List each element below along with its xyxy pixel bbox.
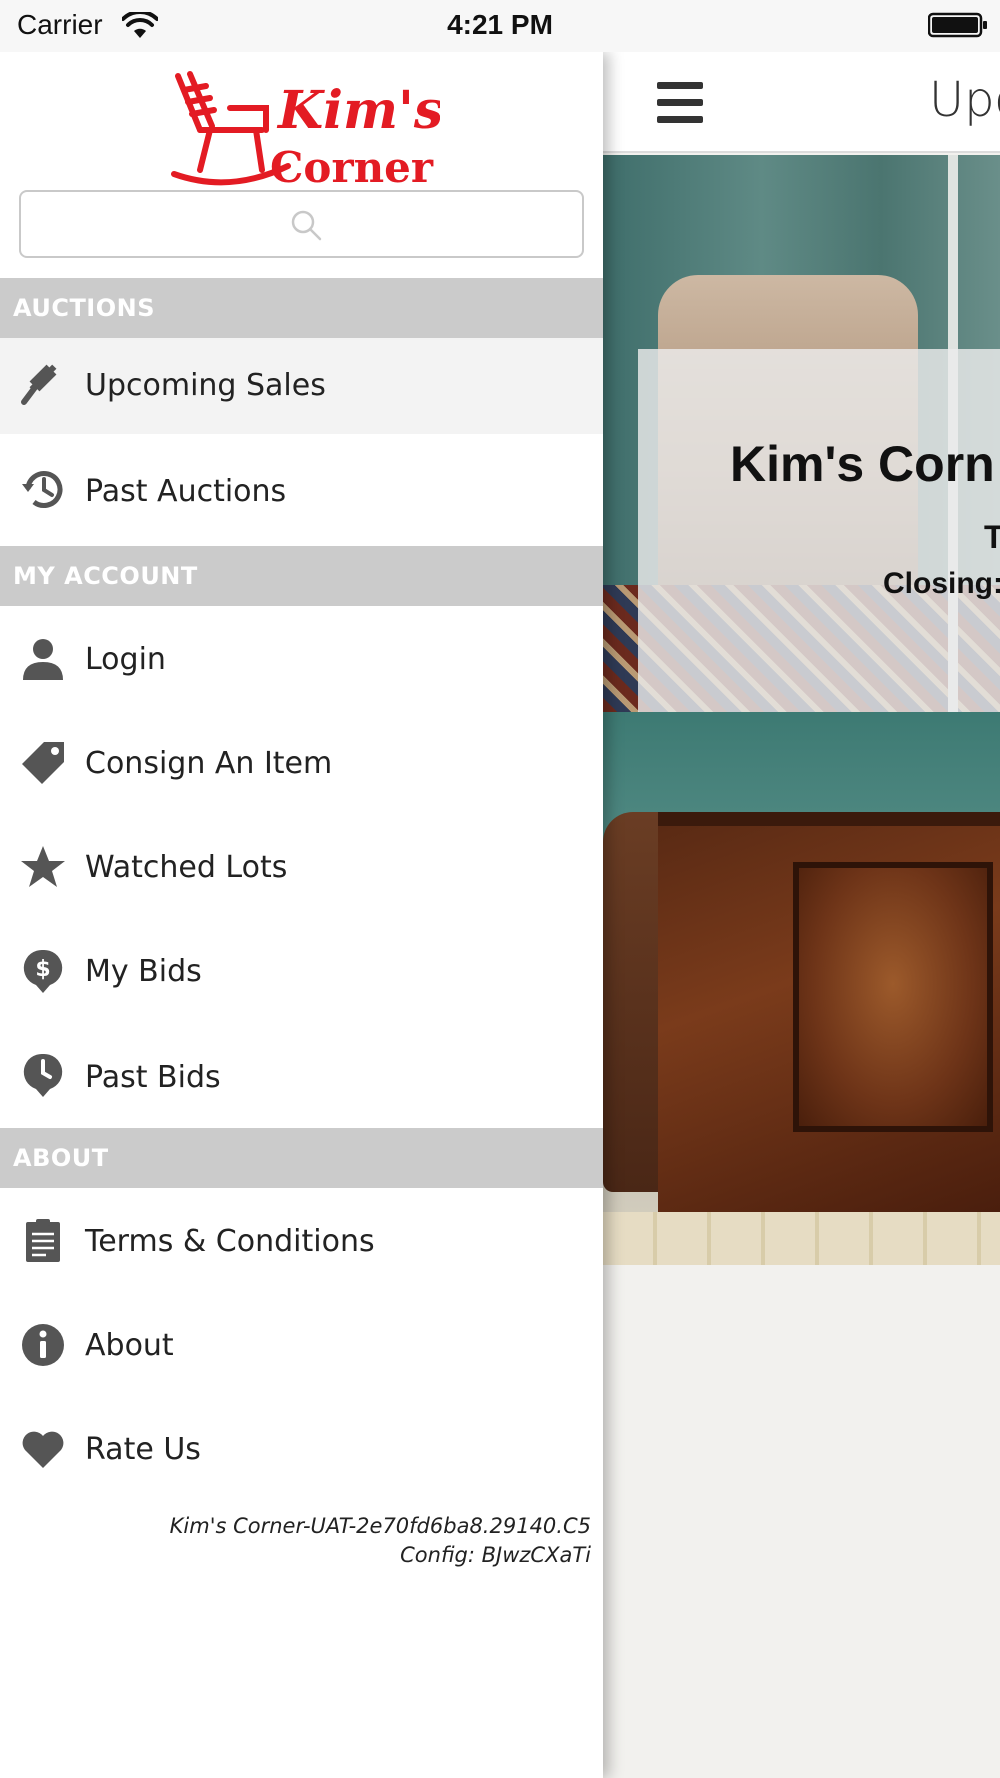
auction-photo-chair[interactable]: Kim's Corn T Closing: bbox=[603, 155, 1000, 712]
main-top-bar: Upc bbox=[603, 52, 1000, 153]
search-field[interactable] bbox=[19, 190, 584, 258]
history-icon bbox=[22, 471, 63, 508]
logo-text-line2: Corner bbox=[270, 143, 434, 192]
clipboard-icon bbox=[26, 1219, 60, 1262]
hamburger-icon[interactable] bbox=[657, 82, 703, 124]
star-icon bbox=[21, 846, 65, 887]
menu-item-consign[interactable]: Consign An Item bbox=[0, 710, 603, 814]
dollar-bubble-icon: $ bbox=[23, 949, 63, 993]
clock-time: 4:21 PM bbox=[447, 9, 553, 40]
status-bar: Carrier 4:21 PM bbox=[0, 0, 1000, 52]
version-string: Kim's Corner-UAT-2e70fd6ba8.29140.C5 bbox=[169, 1514, 591, 1538]
auction-card[interactable]: Kim's Corn T Closing: bbox=[638, 349, 1000, 712]
menu-item-label: Terms & Conditions bbox=[85, 1224, 375, 1259]
page-title: Upc bbox=[929, 72, 1000, 128]
menu-item-label: About bbox=[85, 1328, 174, 1363]
auction-card-subtitle: T bbox=[984, 519, 1000, 555]
battery-icon bbox=[928, 12, 987, 38]
section-title: ABOUT bbox=[13, 1144, 109, 1172]
section-title: MY ACCOUNT bbox=[13, 562, 198, 590]
side-drawer: Kim's Corner AUCTIONS Upcoming Sales Pas… bbox=[0, 52, 603, 1778]
kims-corner-logo: Kim's Corner bbox=[171, 71, 440, 192]
logo-text-line1: Kim's bbox=[276, 80, 440, 141]
section-header-my-account: MY ACCOUNT bbox=[0, 546, 603, 606]
section-title: AUCTIONS bbox=[13, 294, 156, 322]
menu-item-label: Login bbox=[85, 642, 166, 677]
info-icon bbox=[22, 1324, 64, 1366]
menu-item-past-bids[interactable]: Past Bids bbox=[0, 1022, 603, 1126]
menu-item-watched-lots[interactable]: Watched Lots bbox=[0, 814, 603, 918]
menu-item-upcoming-sales[interactable]: Upcoming Sales bbox=[0, 338, 603, 434]
menu-item-about[interactable]: About bbox=[0, 1292, 603, 1396]
section-header-about: ABOUT bbox=[0, 1128, 603, 1188]
menu-item-rate-us[interactable]: Rate Us bbox=[0, 1396, 603, 1500]
user-icon bbox=[23, 639, 63, 680]
menu-item-label: Past Bids bbox=[85, 1060, 221, 1095]
menu-item-label: Past Auctions bbox=[85, 474, 287, 509]
menu-item-login[interactable]: Login bbox=[0, 606, 603, 710]
heart-icon bbox=[22, 1431, 64, 1468]
gavel-icon bbox=[21, 364, 57, 405]
menu-item-label: Rate Us bbox=[85, 1432, 201, 1467]
auction-card-closing-label: Closing: bbox=[883, 567, 1000, 600]
menu-item-past-auctions[interactable]: Past Auctions bbox=[0, 434, 603, 542]
search-icon bbox=[291, 210, 322, 241]
menu-item-label: Consign An Item bbox=[85, 746, 333, 781]
config-string: Config: BJwzCXaTi bbox=[400, 1543, 591, 1567]
menu-item-my-bids[interactable]: $ My Bids bbox=[0, 918, 603, 1022]
svg-text:$: $ bbox=[35, 957, 50, 982]
main-content: Upc Kim's Corn T Closing: bbox=[603, 52, 1000, 1778]
auction-photo-cabinet[interactable] bbox=[603, 712, 1000, 1265]
auction-card-title: Kim's Corn bbox=[730, 436, 995, 492]
tag-icon bbox=[22, 742, 64, 784]
clock-bubble-icon bbox=[23, 1053, 63, 1097]
menu-item-label: My Bids bbox=[85, 954, 202, 989]
app-version-info: Kim's Corner-UAT-2e70fd6ba8.29140.C5 Con… bbox=[170, 1512, 591, 1570]
menu-item-label: Watched Lots bbox=[85, 850, 288, 885]
section-header-auctions: AUCTIONS bbox=[0, 278, 603, 338]
menu-item-label: Upcoming Sales bbox=[85, 368, 326, 403]
menu-item-terms[interactable]: Terms & Conditions bbox=[0, 1188, 603, 1292]
